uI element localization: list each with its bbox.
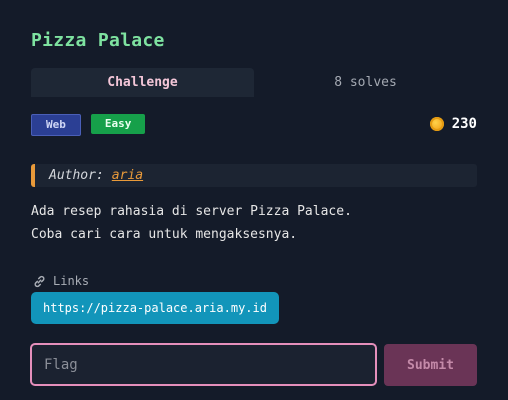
author-label: Author: <box>49 168 104 183</box>
author-box: Author: aria <box>31 164 477 187</box>
link-icon <box>34 275 45 287</box>
description-line: Coba cari cara untuk mengaksesnya. <box>31 227 298 242</box>
points-value: 230 <box>451 116 477 132</box>
challenge-title: Pizza Palace <box>31 30 165 51</box>
category-badge: Web <box>31 114 81 136</box>
challenge-tabs: Challenge 8 solves <box>31 68 477 97</box>
links-label: Links <box>53 274 90 288</box>
challenge-card: Pizza Palace Challenge 8 solves Web Easy… <box>0 0 508 400</box>
tab-solves[interactable]: 8 solves <box>254 68 477 97</box>
coin-icon <box>429 117 444 131</box>
description-line: Ada resep rahasia di server Pizza Palace… <box>31 204 352 219</box>
challenge-link-button[interactable]: https://pizza-palace.aria.my.id <box>31 292 279 324</box>
tab-challenge[interactable]: Challenge <box>31 68 254 97</box>
author-link[interactable]: aria <box>112 168 143 183</box>
points-display: 230 <box>429 116 477 132</box>
submit-button[interactable]: Submit <box>384 344 477 386</box>
challenge-description: Ada resep rahasia di server Pizza Palace… <box>31 200 352 246</box>
links-heading: Links <box>33 274 89 288</box>
flag-input[interactable] <box>30 343 377 386</box>
badge-group: Web Easy <box>31 114 146 136</box>
difficulty-badge: Easy <box>90 114 146 134</box>
